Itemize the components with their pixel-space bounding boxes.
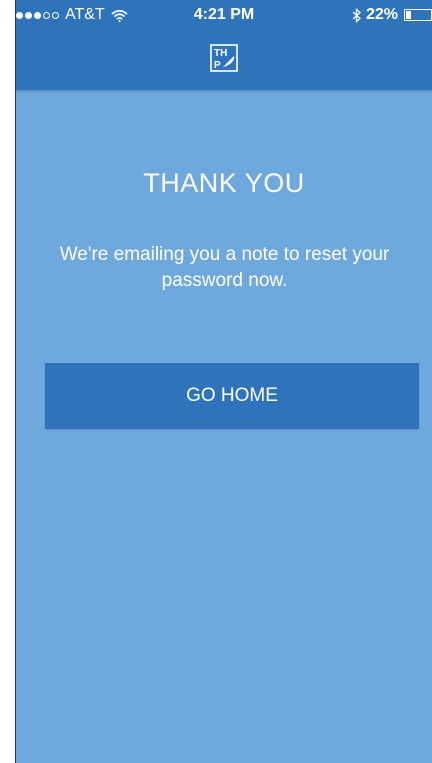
confirmation-message: We're emailing you a note to reset your … (59, 244, 390, 291)
svg-text:TH: TH (214, 48, 227, 59)
battery-level-fill (406, 11, 412, 19)
status-bar: AT&T 4:21 PM 22% (16, 0, 432, 28)
top-navigation-bar: AT&T 4:21 PM 22% TH P (16, 0, 432, 90)
status-right: 22% (352, 6, 432, 24)
phone-screen: AT&T 4:21 PM 22% TH P THANK YOU We're em… (15, 0, 432, 763)
thp-logo-icon: TH P (210, 44, 238, 72)
bluetooth-icon (352, 7, 361, 23)
battery-icon (404, 9, 432, 21)
svg-text:P: P (214, 60, 221, 71)
page-title: THANK YOU (143, 168, 305, 198)
battery-percent: 22% (365, 6, 398, 23)
go-home-button[interactable]: GO HOME (45, 363, 419, 429)
